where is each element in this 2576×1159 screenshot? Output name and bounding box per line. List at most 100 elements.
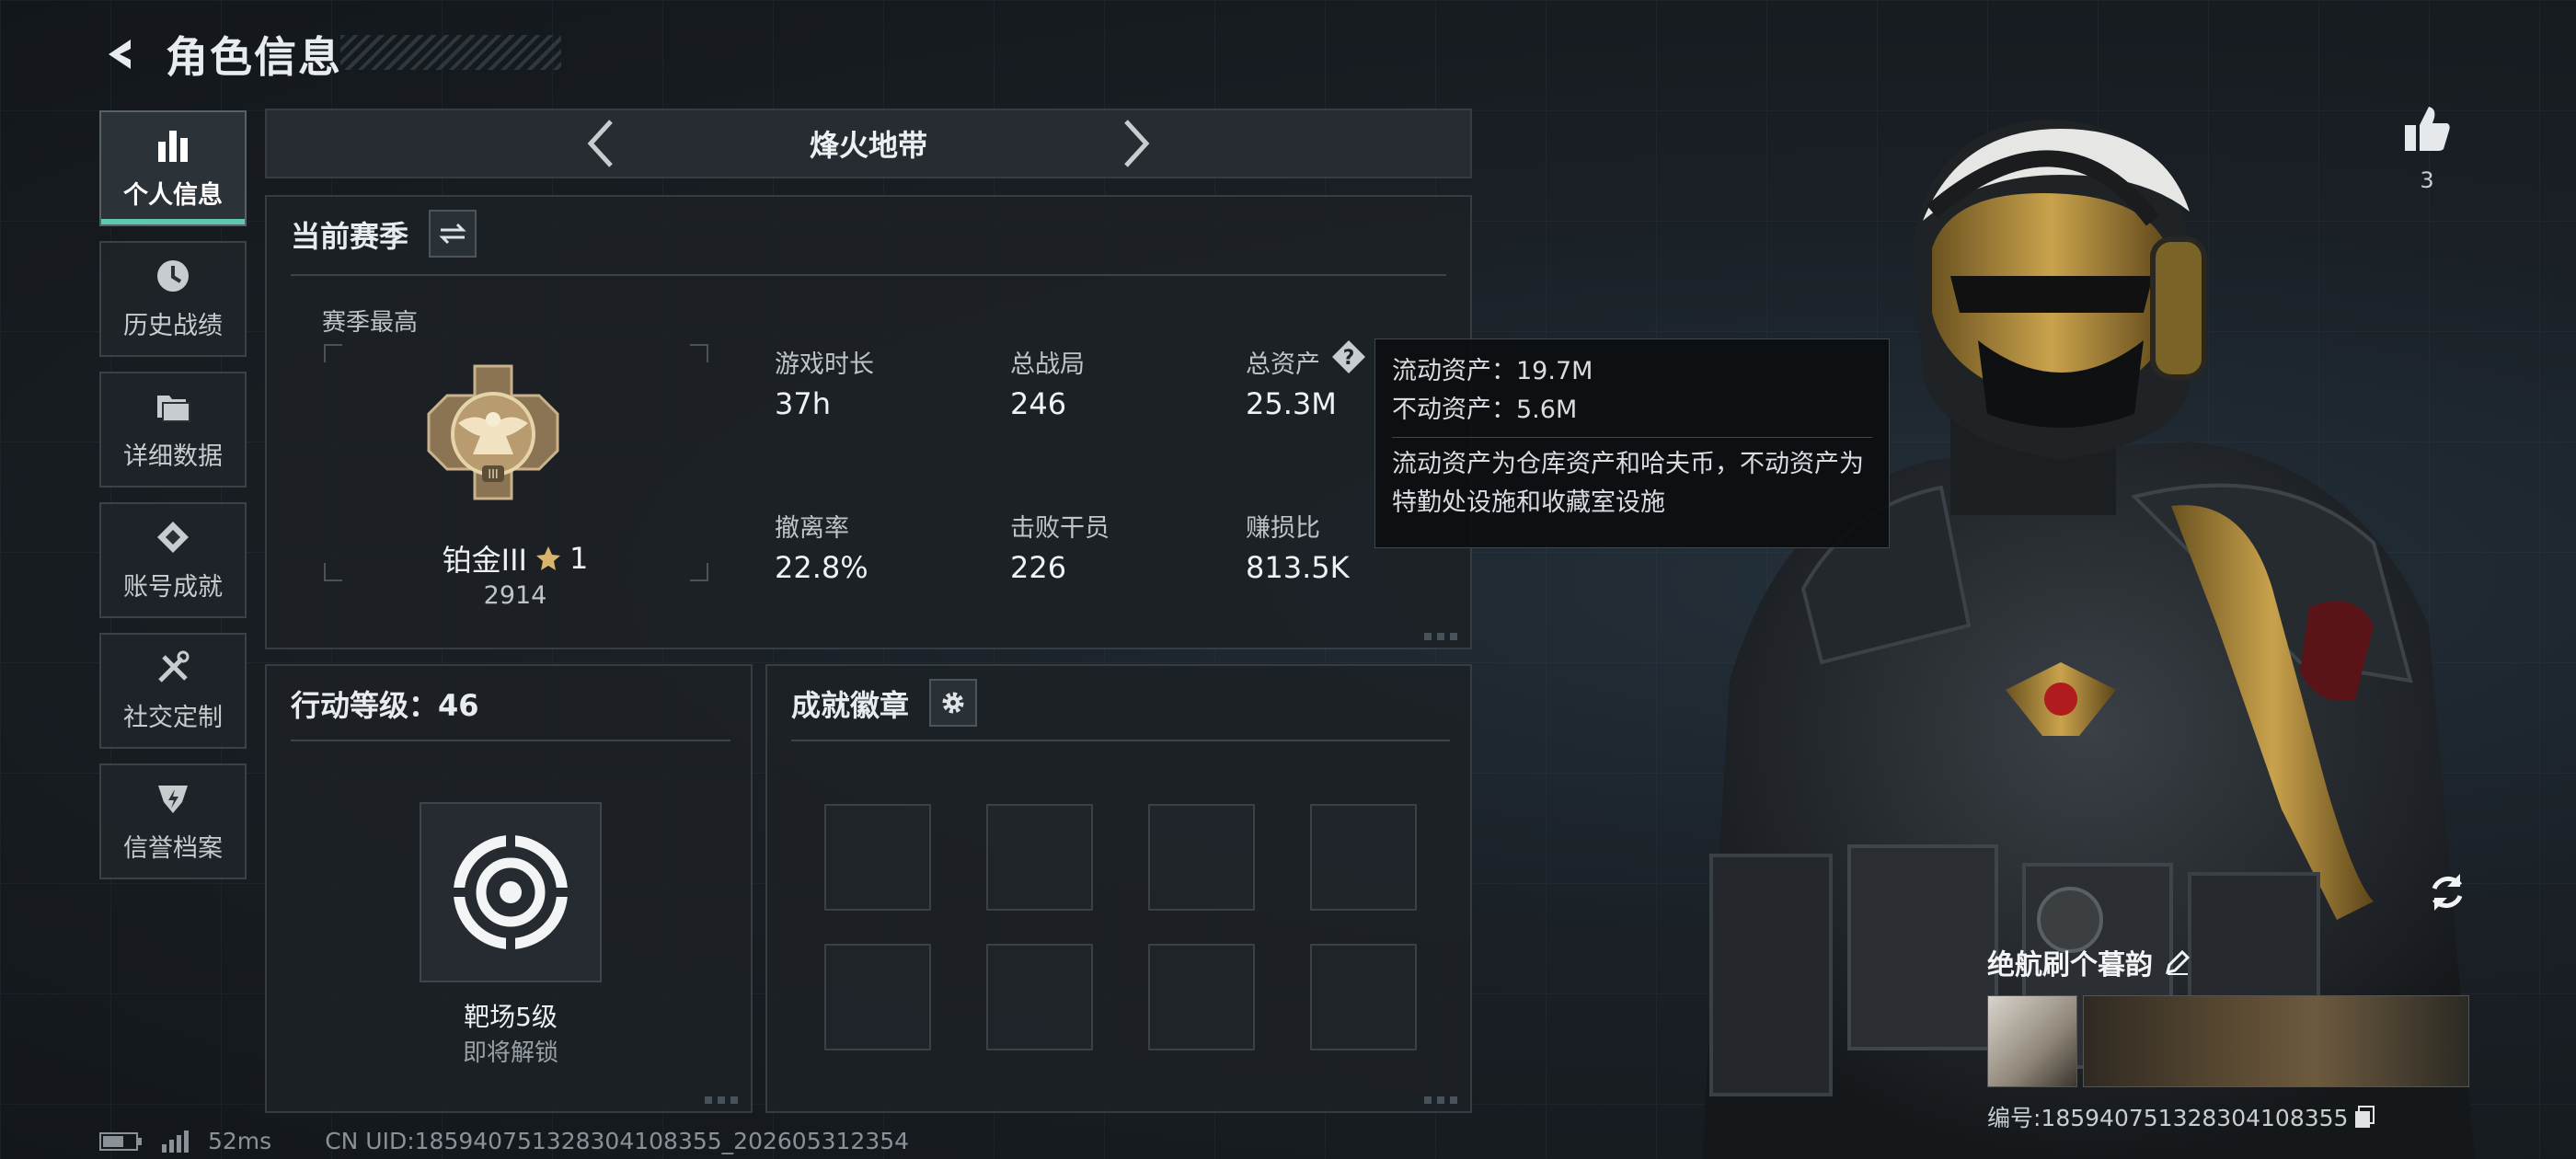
badge-slot[interactable]: [1310, 944, 1417, 1050]
switch-season-button[interactable]: [429, 210, 477, 258]
tooltip-liquid-assets: 流动资产：19.7M: [1392, 357, 1593, 385]
sidebar-item-label: 详细数据: [123, 442, 223, 471]
swap-icon: [439, 223, 466, 245]
refresh-button[interactable]: [2420, 865, 2475, 920]
sidebar: 个人信息 历史战绩 详细数据 账号成就 社交定制 信誉档案: [99, 110, 247, 894]
rank-score: 2914: [483, 581, 547, 610]
sidebar-item-achievements[interactable]: 账号成就: [99, 502, 247, 618]
sidebar-item-label: 个人信息: [123, 180, 223, 210]
bar-chart-icon: [155, 127, 191, 164]
player-name: 绝航刷个暮韵: [1987, 949, 2153, 981]
season-title: 当前赛季: [291, 219, 409, 254]
rank-name-row: 铂金III 1: [331, 537, 699, 580]
divider: [291, 740, 730, 741]
level-reward-status: 即将解锁: [462, 1039, 558, 1067]
player-card: 绝航刷个暮韵 编号:185940751328304108355: [1987, 942, 2469, 1133]
stat-label: 游戏时长: [775, 350, 874, 379]
level-reward-card[interactable]: [420, 802, 602, 982]
stat-label: 总战局: [1010, 350, 1085, 379]
gear-icon: [942, 692, 964, 714]
badge-settings-button[interactable]: [929, 679, 977, 727]
tooltip-fixed-assets: 不动资产：5.6M: [1392, 395, 1578, 424]
asset-tooltip: 流动资产：19.7M 不动资产：5.6M 流动资产为仓库资产和哈夫币，不动资产为…: [1374, 339, 1890, 548]
stat-value: 37h: [775, 386, 831, 421]
badge-slot[interactable]: [986, 944, 1093, 1050]
season-best-label: 赛季最高: [322, 309, 419, 337]
badge-slot[interactable]: [1310, 804, 1417, 911]
badge-slot[interactable]: [1148, 944, 1255, 1050]
badge-slot[interactable]: [824, 944, 931, 1050]
stat-value: 246: [1010, 386, 1067, 421]
sidebar-item-history[interactable]: 历史战绩: [99, 241, 247, 357]
battery-icon: [99, 1131, 142, 1151]
star-icon: [535, 546, 560, 570]
tools-icon: [155, 649, 191, 686]
sidebar-item-details[interactable]: 详细数据: [99, 372, 247, 488]
refresh-icon: [2432, 874, 2463, 911]
sidebar-item-social[interactable]: 社交定制: [99, 633, 247, 749]
season-panel: 当前赛季 赛季最高 III 铂金III 1 2914 游戏时长 37h 总战局 …: [265, 195, 1472, 649]
frame-corner: [690, 344, 708, 362]
signal-icon: [162, 1130, 189, 1153]
player-name-row: 绝航刷个暮韵: [1987, 942, 2469, 982]
sidebar-item-label: 账号成就: [123, 572, 223, 602]
help-icon[interactable]: ?: [1330, 339, 1367, 375]
sidebar-item-label: 信誉档案: [123, 833, 223, 863]
showcase-image[interactable]: [1987, 995, 2077, 1087]
mode-selector: 烽火地带: [265, 109, 1472, 178]
player-id: 编号:185940751328304108355: [1987, 1105, 2349, 1131]
badge-slot[interactable]: [1148, 804, 1255, 911]
action-level-panel: 行动等级：46 靶场5级 即将解锁: [265, 664, 753, 1113]
stat-label: 击败干员: [1010, 514, 1110, 543]
level-reward-name: 靶场5级: [464, 1002, 558, 1032]
header: 角色信息: [99, 22, 342, 86]
uid-text: CN UID:185940751328304108355_20260531235…: [325, 1128, 910, 1154]
player-id-row: 编号:185940751328304108355: [1987, 1100, 2469, 1133]
copy-icon[interactable]: [2353, 1105, 2375, 1129]
divider: [291, 274, 1446, 276]
stat-value: 226: [1010, 550, 1067, 585]
panel-corner-decoration: [1424, 1096, 1461, 1104]
stat-value: 22.8%: [775, 550, 868, 585]
stat-value: 813.5K: [1246, 550, 1350, 585]
like-button[interactable]: 3: [2401, 103, 2453, 193]
sidebar-item-personal-info[interactable]: 个人信息: [99, 110, 247, 226]
badge-slot[interactable]: [824, 804, 931, 911]
badges-title: 成就徽章: [791, 688, 910, 723]
folder-icon: [155, 388, 191, 425]
svg-text:?: ?: [1343, 347, 1355, 370]
stat-label: 撤离率: [775, 514, 849, 543]
rank-name: 铂金III: [442, 543, 527, 578]
level-title: 行动等级：46: [291, 688, 479, 723]
panel-corner-decoration: [1424, 633, 1461, 640]
sidebar-item-reputation[interactable]: 信誉档案: [99, 763, 247, 879]
target-icon: [451, 832, 570, 952]
chevron-left-icon[interactable]: [574, 116, 629, 171]
rank-emblem: III: [425, 362, 561, 513]
stat-label: 赚损比: [1246, 514, 1320, 543]
panel-corner-decoration: [705, 1096, 742, 1104]
sidebar-item-label: 社交定制: [123, 703, 223, 732]
sidebar-item-label: 历史战绩: [123, 311, 223, 340]
rank-stars: 1: [569, 541, 589, 576]
shield-icon: [155, 780, 191, 817]
title-decoration: [340, 35, 561, 70]
chevron-right-icon[interactable]: [1108, 116, 1163, 171]
thumbs-up-icon: [2405, 107, 2450, 151]
tooltip-description: 流动资产为仓库资产和哈夫币，不动资产为特勤处设施和收藏室设施: [1392, 449, 1864, 517]
showcase-image[interactable]: [2083, 995, 2469, 1087]
stat-value: 25.3M: [1246, 386, 1337, 421]
page-title: 角色信息: [166, 32, 342, 82]
back-arrow-icon[interactable]: [99, 32, 144, 76]
stat-label: 总资产: [1246, 350, 1320, 379]
achievement-icon: [155, 519, 191, 556]
frame-corner: [324, 344, 342, 362]
showcase-images: [1987, 995, 2469, 1087]
achievement-badges-panel: 成就徽章: [765, 664, 1472, 1113]
edit-icon[interactable]: [2164, 948, 2191, 976]
badge-slot[interactable]: [986, 804, 1093, 911]
mode-name: 烽火地带: [809, 128, 927, 163]
clock-icon: [155, 258, 191, 294]
like-count: 3: [2420, 167, 2434, 193]
divider: [791, 740, 1450, 741]
